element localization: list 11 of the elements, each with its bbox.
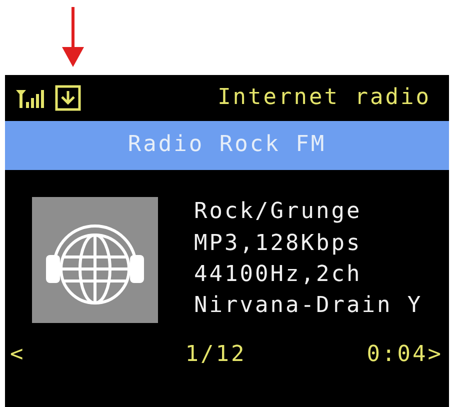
screen-title: Internet radio [218,84,431,112]
info-line: MP3,128Kbps [194,230,363,257]
track-counter: 1/12 [185,342,248,368]
download-icon [55,85,81,111]
info-line: Nirvana-Drain Y [194,293,423,320]
annotation-arrow [62,7,84,67]
elapsed-time: 0:04> [366,342,443,368]
previous-label: < [10,342,26,368]
station-name: Radio Rock FM [128,132,326,159]
info-line: 44100Hz,2ch [194,262,363,288]
info-line: Rock/Grunge [194,199,363,226]
